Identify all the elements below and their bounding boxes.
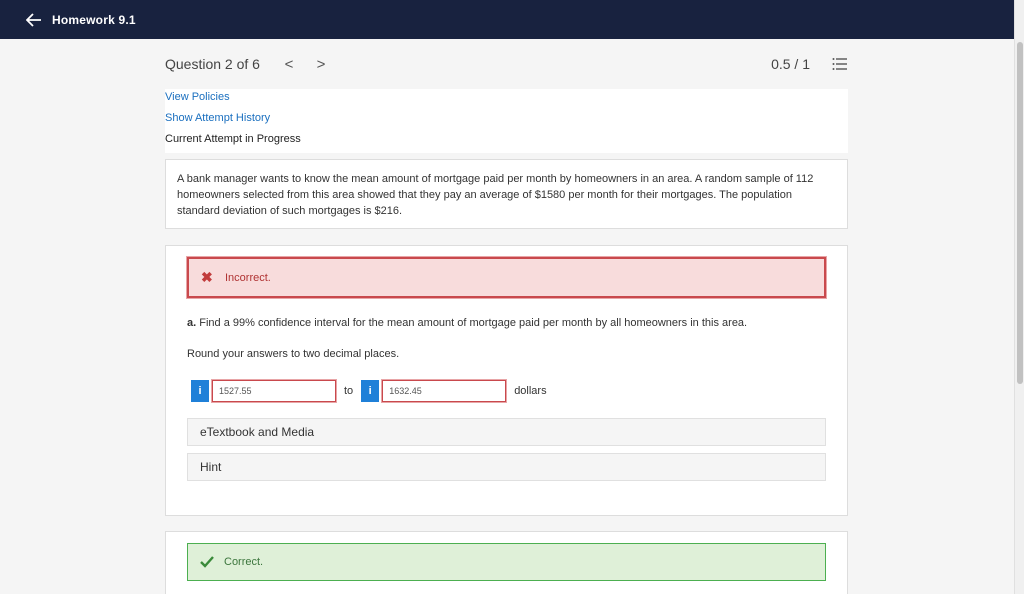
lower-bound-input[interactable] bbox=[211, 379, 337, 403]
scrollbar[interactable] bbox=[1014, 0, 1024, 594]
check-mark-icon bbox=[200, 556, 214, 568]
problem-statement: A bank manager wants to know the mean am… bbox=[165, 159, 848, 229]
incorrect-status: Incorrect. bbox=[225, 271, 271, 284]
current-attempt-label: Current Attempt in Progress bbox=[165, 133, 301, 145]
previous-question-button[interactable]: < bbox=[282, 56, 296, 73]
show-attempt-history-link[interactable]: Show Attempt History bbox=[165, 112, 270, 124]
to-label: to bbox=[344, 385, 354, 397]
next-question-button[interactable]: > bbox=[314, 56, 328, 73]
x-mark-icon: ✖ bbox=[201, 269, 213, 285]
top-bar: Homework 9.1 bbox=[0, 0, 1014, 39]
hint-button[interactable]: Hint bbox=[187, 453, 826, 481]
back-button[interactable]: Homework 9.1 bbox=[26, 13, 136, 27]
part-a-question-text: Find a 99% confidence interval for the m… bbox=[196, 317, 748, 329]
question-counter: Question 2 of 6 bbox=[165, 56, 260, 72]
question-links-panel: View Policies Show Attempt History Curre… bbox=[165, 89, 848, 153]
question-score: 0.5 / 1 bbox=[771, 56, 810, 72]
scrollbar-thumb[interactable] bbox=[1017, 42, 1023, 384]
correct-status: Correct. bbox=[224, 556, 264, 568]
answer-row: i to i dollars bbox=[191, 379, 547, 403]
part-b-panel: Correct. bbox=[165, 531, 848, 594]
correct-alert: Correct. bbox=[187, 543, 826, 581]
assignment-title: Homework 9.1 bbox=[52, 12, 136, 27]
part-a-panel: ✖ Incorrect. a. Find a 99% confidence in… bbox=[165, 245, 848, 516]
rounding-instruction: Round your answers to two decimal places… bbox=[187, 348, 400, 360]
arrow-left-icon bbox=[26, 12, 41, 27]
part-a-prefix: a. bbox=[187, 317, 197, 329]
info-button-upper[interactable]: i bbox=[361, 380, 380, 402]
question-list-icon[interactable] bbox=[832, 57, 848, 71]
part-a-question: a. Find a 99% confidence interval for th… bbox=[187, 317, 747, 329]
question-header: Question 2 of 6 < > 0.5 / 1 bbox=[165, 52, 848, 76]
unit-label: dollars bbox=[514, 385, 547, 397]
etextbook-media-button[interactable]: eTextbook and Media bbox=[187, 418, 826, 446]
view-policies-link[interactable]: View Policies bbox=[165, 91, 230, 103]
upper-bound-input[interactable] bbox=[381, 379, 508, 403]
incorrect-alert: ✖ Incorrect. bbox=[186, 256, 827, 299]
info-button-lower[interactable]: i bbox=[191, 380, 209, 402]
